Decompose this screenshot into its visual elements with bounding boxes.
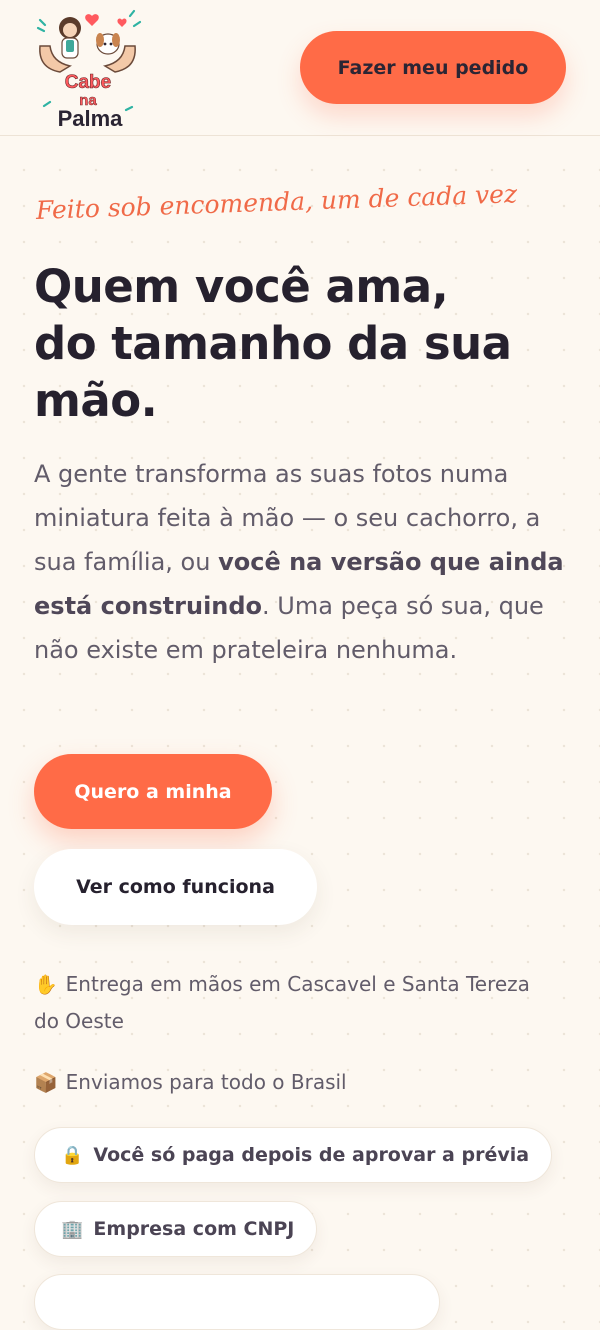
feature-text: Enviamos para todo o Brasil xyxy=(65,1070,347,1094)
hero-intro: A gente transforma as suas fotos numa mi… xyxy=(34,452,574,672)
building-icon: 🏢 xyxy=(61,1218,84,1240)
headline-line-2: do tamanho da sua xyxy=(34,317,512,370)
headline-line-3: mão. xyxy=(34,374,158,427)
svg-text:Palma: Palma xyxy=(58,106,124,130)
trust-pill-partial xyxy=(34,1274,440,1330)
feature-local-delivery: ✋ Entrega em mãos em Cascavel e Santa Ter… xyxy=(34,966,534,1039)
headline-line-1: Quem você ama, xyxy=(34,260,449,313)
trust-pill-cnpj: 🏢 Empresa com CNPJ xyxy=(34,1201,318,1257)
svg-text:Cabe: Cabe xyxy=(65,72,111,93)
feature-text: Entrega em mãos em Cascavel e Santa Tere… xyxy=(34,972,530,1033)
site-header: Cabe na Palma Fazer meu pedido xyxy=(0,0,600,136)
hero-headline: Quem você ama, do tamanho da sua mão. xyxy=(34,258,574,429)
brand-logo[interactable]: Cabe na Palma xyxy=(30,6,145,131)
how-it-works-button[interactable]: Ver como funciona xyxy=(34,849,317,925)
want-mine-button[interactable]: Quero a minha xyxy=(34,754,272,829)
hero-eyebrow: Feito sob encomenda, um de cada vez xyxy=(35,179,518,225)
order-button[interactable]: Fazer meu pedido xyxy=(300,31,566,104)
feature-nationwide-shipping: 📦 Enviamos para todo o Brasil xyxy=(34,1064,534,1101)
package-icon: 📦 xyxy=(34,1072,58,1094)
trust-pill-pay-after-preview: 🔒 Você só paga depois de aprovar a prévia xyxy=(34,1127,553,1183)
pill-text: Você só paga depois de aprovar a prévia xyxy=(93,1144,530,1166)
raised-hand-icon: ✋ xyxy=(34,974,58,996)
logo-illustration: Cabe na Palma xyxy=(36,9,142,131)
lock-icon: 🔒 xyxy=(61,1144,84,1166)
pill-text: Empresa com CNPJ xyxy=(93,1218,295,1240)
